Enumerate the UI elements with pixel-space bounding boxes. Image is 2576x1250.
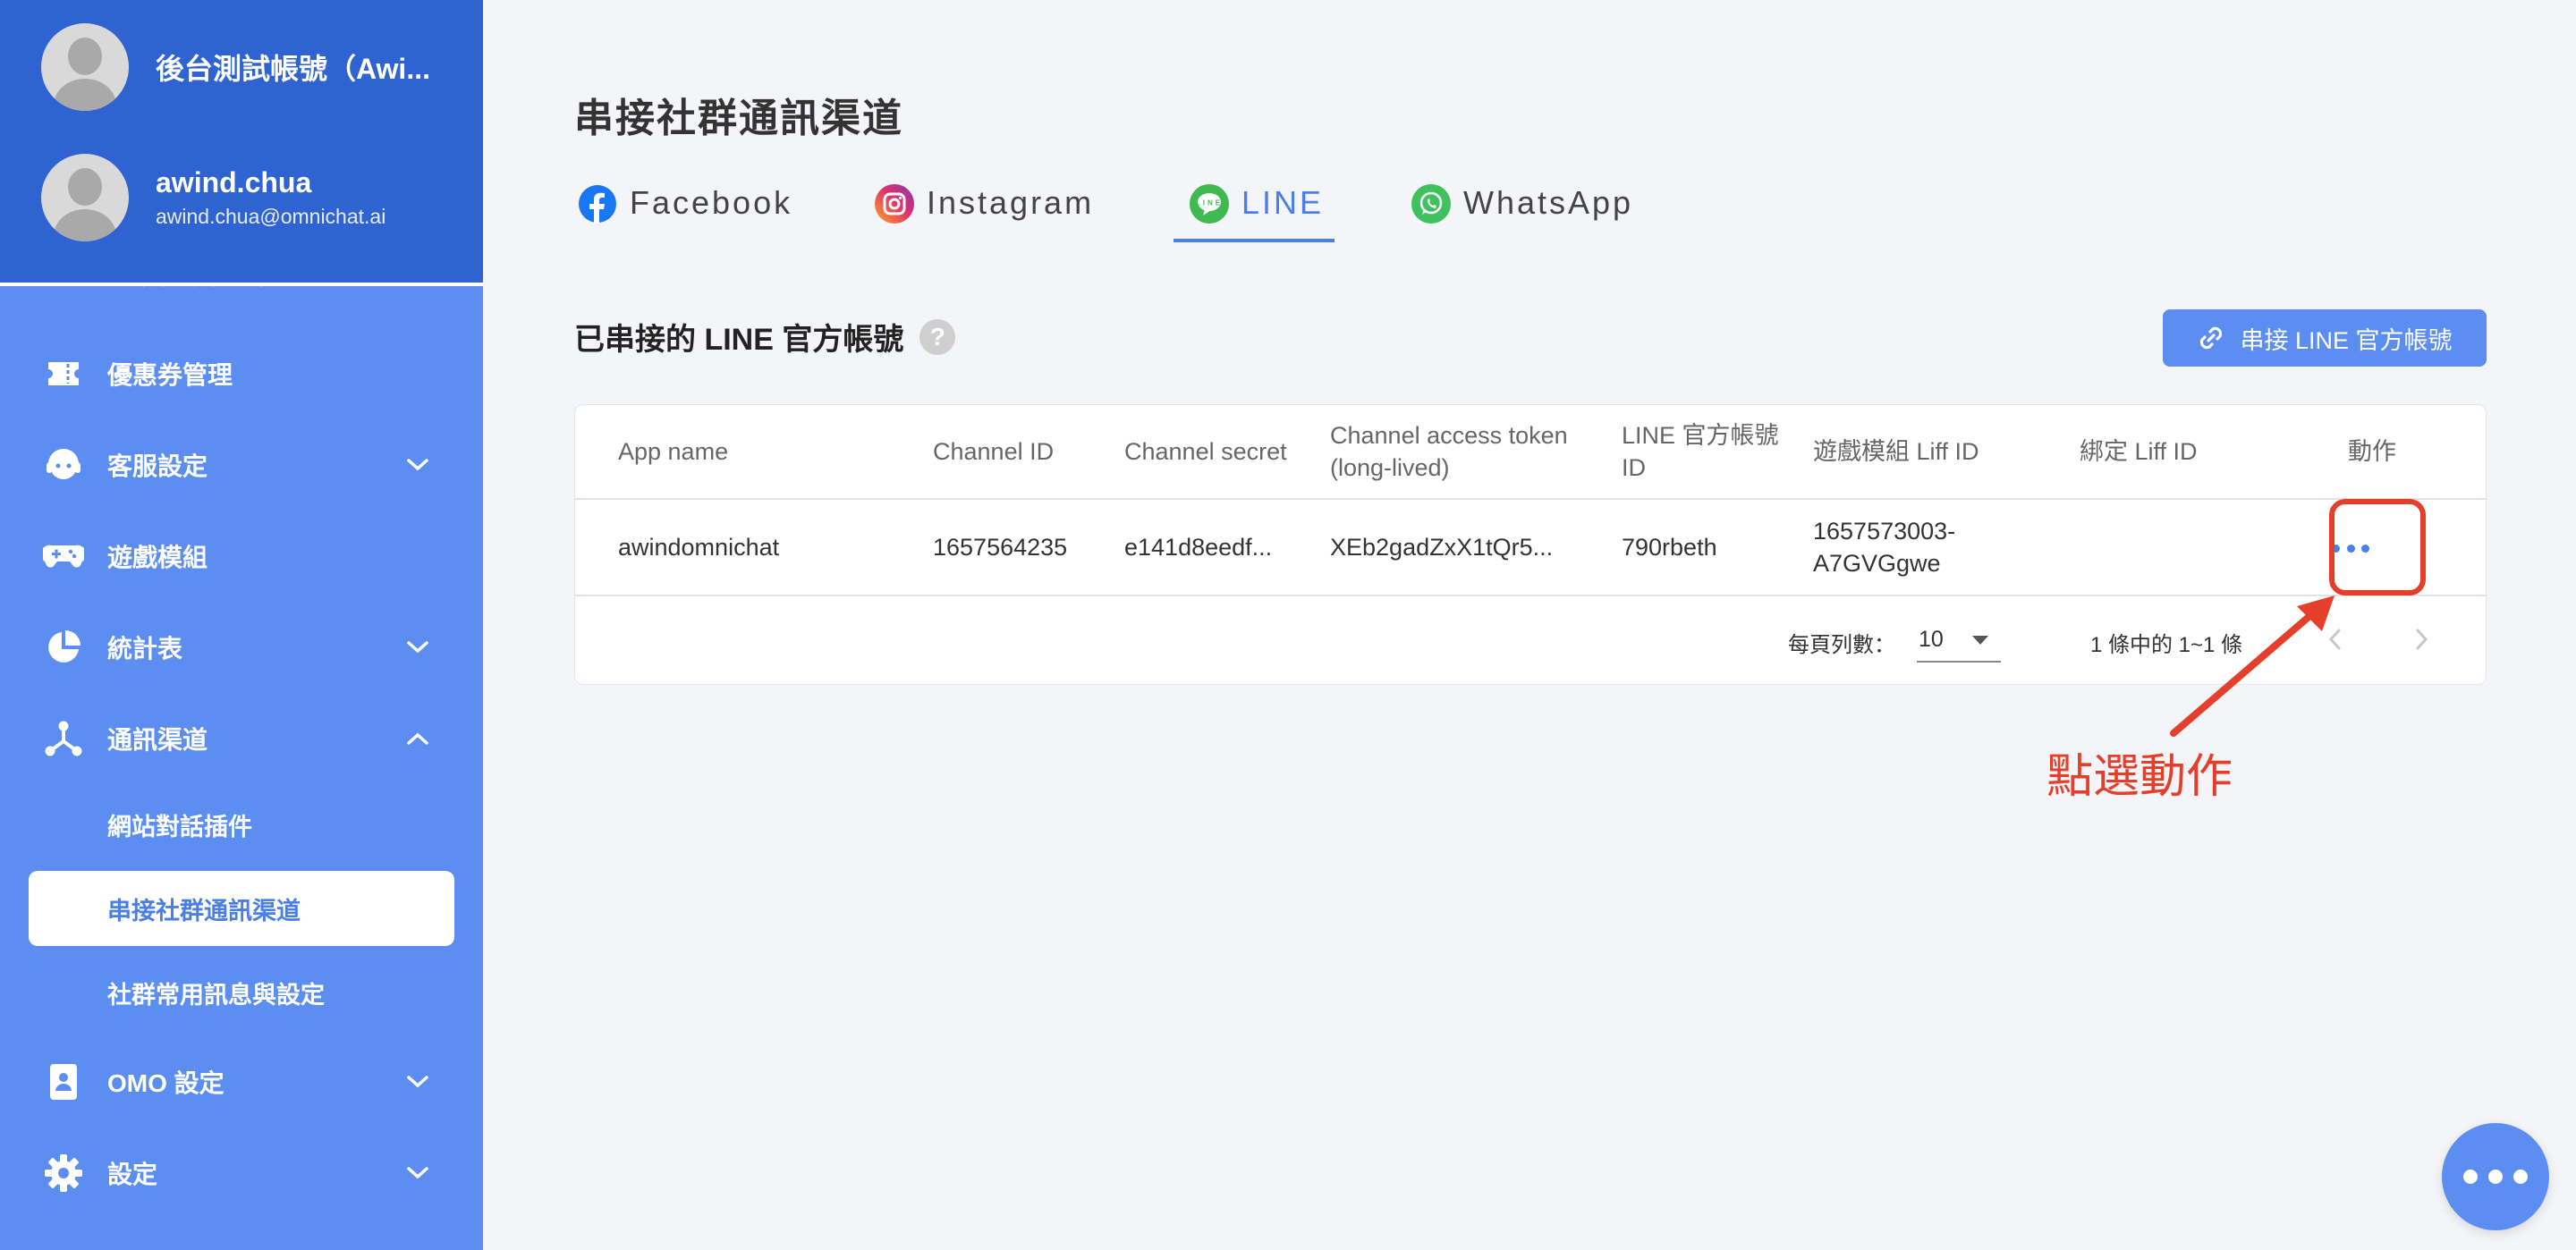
connect-button-label: 串接 LINE 官方帳號 (2240, 326, 2453, 354)
chevron-down-icon (404, 634, 431, 661)
column-header: 動作 (2348, 438, 2396, 465)
annotation-text: 點選動作 (2046, 751, 2233, 803)
tab-whatsapp[interactable]: WhatsApp (1411, 184, 1633, 243)
column-header: Channel access token (long-lived) (1330, 422, 1568, 481)
next-page-button[interactable] (2409, 621, 2436, 657)
annotation-highlight-box (2329, 499, 2426, 595)
agent-face-icon (43, 444, 84, 486)
sidebar-item-label: 統計表 (107, 635, 183, 663)
sidebar-subitem-social-messages[interactable]: 社群常用訊息與設定 (0, 955, 483, 1030)
caret-down-icon (1972, 636, 1988, 645)
cell-access-token: XEb2gadZxX1tQr5... (1330, 534, 1554, 561)
chat-widget-button[interactable] (2442, 1123, 2549, 1230)
sidebar-item-channels[interactable]: 通訊渠道 (0, 703, 483, 774)
cell-line-account-id: 790rbeth (1622, 534, 1717, 561)
rows-per-page-value: 10 (1919, 627, 1944, 652)
sidebar-item-game-module[interactable]: 遊戲模組 (0, 520, 483, 592)
sidebar-item-label: 遊戲模組 (107, 544, 208, 571)
sidebar-item-coupons[interactable]: 優惠券管理 (0, 338, 483, 410)
account-switcher[interactable]: 後台測試帳號（Awi... (41, 23, 430, 111)
cell-channel-id: 1657564235 (933, 534, 1068, 561)
cell-channel-secret: e141d8eedf... (1124, 534, 1273, 561)
instagram-icon (875, 184, 914, 224)
sidebar-item-label: 客服設定 (107, 452, 208, 480)
page-title: 串接社群通訊渠道 (574, 97, 903, 140)
cell-bind-liff-id (2080, 500, 2294, 595)
sidebar-item-omo-settings[interactable]: OMO 設定 (0, 1046, 483, 1118)
column-header: 遊戲模組 Liff ID (1813, 438, 1979, 465)
avatar (41, 23, 129, 111)
tab-label: Facebook (630, 184, 793, 221)
sidebar-item-label: 通訊渠道 (107, 726, 208, 754)
column-header: LINE 官方帳號 ID (1622, 422, 1779, 481)
chevron-down-icon (404, 452, 431, 478)
sidebar-subitem-social-channels[interactable]: 串接社群通訊渠道 (29, 871, 454, 946)
chevron-right-icon (2416, 629, 2428, 650)
badge-icon (43, 1061, 84, 1102)
avatar (41, 154, 129, 241)
section-title-text: 已串接的 LINE 官方帳號 (574, 323, 904, 357)
line-icon: LINE (1190, 184, 1229, 224)
tab-instagram[interactable]: Instagram (875, 184, 1094, 243)
tab-line[interactable]: LINE LINE (1190, 184, 1324, 243)
sidebar-subitem-label: 社群常用訊息與設定 (107, 981, 325, 1009)
chevron-down-icon (404, 1160, 431, 1187)
table-row: awindomnichat 1657564235 e141d8eedf... X… (575, 500, 2486, 596)
table-header: App name Channel ID Channel secret Chann… (575, 405, 2486, 500)
sidebar-subitem-label: 網站對話插件 (107, 813, 252, 840)
rows-per-page-label: 每頁列數： (1788, 633, 1895, 657)
connect-line-account-button[interactable]: 串接 LINE 官方帳號 (2163, 309, 2487, 367)
column-header: App name (618, 438, 729, 465)
share-nodes-icon (43, 718, 84, 759)
tab-label: LINE (1241, 184, 1325, 221)
sidebar-subitem-label: 串接社群通訊渠道 (107, 897, 301, 925)
cell-app-name: awindomnichat (618, 534, 780, 561)
facebook-icon (578, 184, 617, 224)
gear-icon (43, 1153, 84, 1194)
sidebar: 進階自動化功能 優惠券管理 客服設定 遊戲模組 (0, 0, 483, 1250)
sidebar-item-cs-settings[interactable]: 客服設定 (0, 429, 483, 501)
column-header: 綁定 Liff ID (2080, 438, 2198, 465)
sidebar-item-settings[interactable]: 設定 (0, 1137, 483, 1209)
account-name: 後台測試帳號（Awi... (156, 53, 430, 85)
gamepad-icon (43, 536, 84, 577)
sidebar-item-label: OMO 設定 (107, 1069, 225, 1097)
rows-per-page-select[interactable]: 10 (1917, 618, 2001, 663)
account-header: 後台測試帳號（Awi... awind.chua awind.chua@omni… (0, 0, 483, 286)
pie-chart-icon (43, 627, 84, 668)
chevron-up-icon (404, 725, 431, 752)
chevron-down-icon (404, 1068, 431, 1095)
sidebar-item-statistics[interactable]: 統計表 (0, 612, 483, 683)
tab-label: Instagram (927, 184, 1095, 221)
more-dots-icon (2463, 1170, 2528, 1184)
annotation-arrow (2170, 595, 2334, 737)
user-name: awind.chua (156, 166, 312, 198)
ticket-icon (43, 353, 84, 394)
active-tab-indicator (1174, 239, 1335, 242)
svg-text:LINE: LINE (1196, 199, 1223, 207)
whatsapp-icon (1411, 184, 1451, 224)
sidebar-item-label: 優惠券管理 (107, 361, 233, 389)
column-header: Channel ID (933, 438, 1055, 465)
cell-game-liff-id: 1657573003-A7GVGgwe (1813, 518, 1956, 577)
link-icon (2197, 324, 2225, 352)
user-email: awind.chua@omnichat.ai (156, 205, 386, 228)
sidebar-subitem-web-widget[interactable]: 網站對話插件 (0, 787, 483, 862)
user-profile[interactable]: awind.chua awind.chua@omnichat.ai (41, 154, 386, 241)
tab-facebook[interactable]: Facebook (578, 184, 792, 243)
help-icon[interactable]: ? (919, 318, 956, 355)
section-title: 已串接的 LINE 官方帳號 ? (574, 315, 956, 359)
tab-label: WhatsApp (1463, 184, 1634, 221)
sidebar-item-label: 設定 (107, 1161, 158, 1188)
column-header: Channel secret (1124, 438, 1287, 465)
